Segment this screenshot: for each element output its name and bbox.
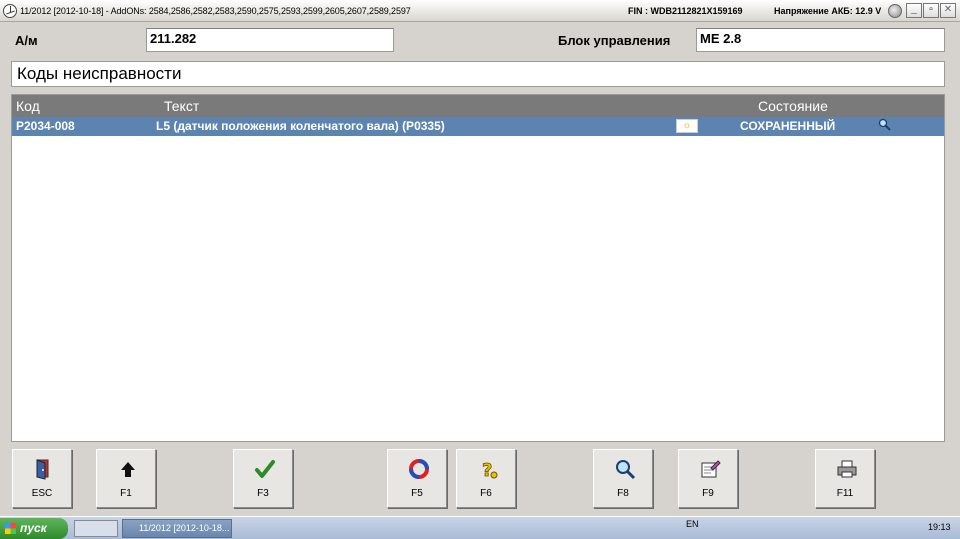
f8-key-label: F8 bbox=[617, 488, 629, 499]
help-question-icon: ? bbox=[482, 460, 498, 480]
arrow-up-icon bbox=[121, 462, 135, 477]
refresh-circle-icon bbox=[409, 459, 429, 479]
f5-button[interactable]: F5 bbox=[387, 449, 447, 508]
minimize-button[interactable]: _ bbox=[906, 3, 922, 18]
f6-key-label: F6 bbox=[480, 488, 492, 499]
details-magnifier-icon[interactable] bbox=[878, 118, 892, 132]
close-button[interactable]: ✕ bbox=[940, 3, 956, 18]
column-header-state[interactable]: Состояние bbox=[758, 98, 828, 114]
clock: 19:13 bbox=[928, 522, 951, 532]
taskbar: пуск 11/2012 [2012-10-18... EN 19:13 bbox=[0, 516, 960, 539]
sun-icon: ☼ bbox=[676, 119, 698, 133]
main-window: 11/2012 [2012-10-18] - AddONs: 2584,2586… bbox=[0, 0, 960, 516]
printer-icon bbox=[837, 460, 857, 478]
column-header-code[interactable]: Код bbox=[16, 98, 40, 114]
exit-door-icon bbox=[36, 459, 49, 480]
f8-button[interactable]: F8 bbox=[593, 449, 653, 508]
vehicle-field: 211.282 bbox=[146, 28, 394, 52]
f3-key-label: F3 bbox=[257, 488, 269, 499]
esc-key-label: ESC bbox=[31, 488, 53, 499]
language-indicator[interactable]: EN bbox=[686, 519, 699, 538]
section-title: Коды неисправности bbox=[11, 61, 945, 87]
checkmark-icon bbox=[255, 460, 275, 478]
start-button[interactable]: пуск bbox=[0, 518, 68, 539]
restore-button[interactable]: ▫ bbox=[923, 3, 939, 18]
f9-key-label: F9 bbox=[702, 488, 714, 499]
row-text: L5 (датчик положения коленчатого вала) (… bbox=[156, 119, 445, 133]
f1-key-label: F1 bbox=[120, 488, 132, 499]
mercedes-star-icon bbox=[3, 3, 17, 18]
row-state: СОХРАНЕННЫЙ bbox=[740, 119, 836, 133]
title-bar: 11/2012 [2012-10-18] - AddONs: 2584,2586… bbox=[0, 0, 960, 22]
f11-button[interactable]: F11 bbox=[815, 449, 875, 508]
taskbar-task-button[interactable]: 11/2012 [2012-10-18... bbox=[122, 519, 232, 538]
f3-button[interactable]: F3 bbox=[233, 449, 293, 508]
esc-button[interactable]: ESC bbox=[12, 449, 72, 508]
edit-note-icon bbox=[701, 460, 721, 478]
table-header: Код Текст Состояние bbox=[12, 95, 944, 117]
column-header-text[interactable]: Текст bbox=[164, 98, 199, 114]
fault-codes-table: Код Текст Состояние P2034-008 L5 (датчик… bbox=[11, 94, 945, 442]
battery-voltage: Напряжение АКБ: 12.9 V bbox=[774, 5, 882, 16]
f11-key-label: F11 bbox=[836, 488, 854, 499]
table-row[interactable]: P2034-008 L5 (датчик положения коленчато… bbox=[12, 117, 944, 136]
f9-button[interactable]: F9 bbox=[678, 449, 738, 508]
magnifier-icon bbox=[616, 460, 636, 480]
f6-button[interactable]: ? F6 bbox=[456, 449, 516, 508]
fin-label: FIN : WDB2112821X159169 bbox=[628, 5, 743, 16]
ecu-label: Блок управления bbox=[558, 33, 671, 48]
ecu-field: ME 2.8 bbox=[696, 28, 945, 52]
f5-key-label: F5 bbox=[411, 488, 423, 499]
f1-button[interactable]: F1 bbox=[96, 449, 156, 508]
vehicle-label: А/м bbox=[15, 33, 38, 48]
quick-launch[interactable] bbox=[74, 520, 118, 537]
svg-text:?: ? bbox=[482, 460, 492, 480]
window-title: 11/2012 [2012-10-18] - AddONs: 2584,2586… bbox=[20, 5, 411, 16]
row-code: P2034-008 bbox=[16, 119, 75, 133]
voltage-gauge-icon bbox=[888, 4, 902, 18]
